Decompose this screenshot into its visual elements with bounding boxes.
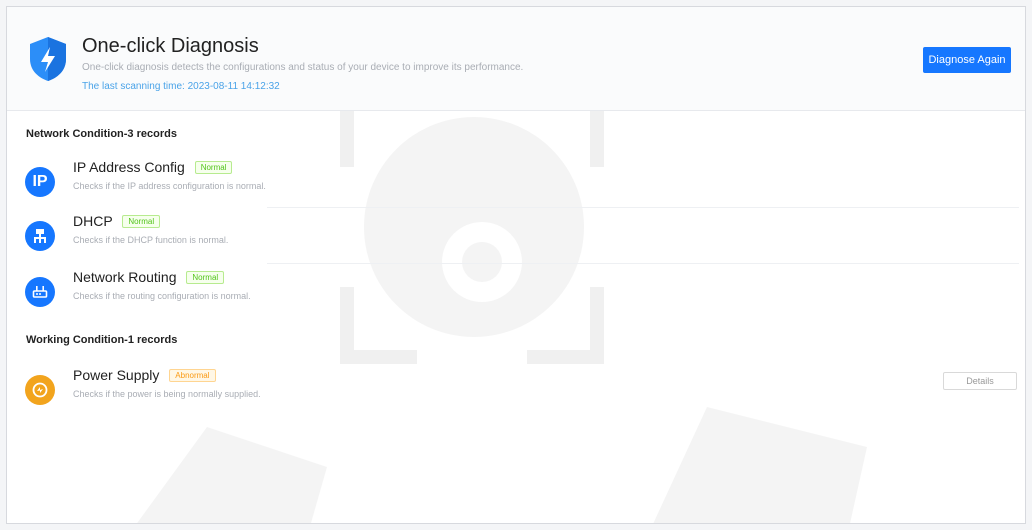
item-name: Power Supply [73,367,160,383]
item-description: Checks if the DHCP function is normal. [73,235,229,245]
details-button[interactable]: Details [943,372,1017,390]
item-name: IP Address Config [73,159,185,175]
power-cycle-glyph-icon [32,382,48,398]
item-name: Network Routing [73,269,177,285]
status-badge: Normal [122,214,161,228]
router-icon [25,277,55,307]
item-name: DHCP [73,213,113,229]
status-badge: Abnormal [169,368,216,382]
page-subtitle: One-click diagnosis detects the configur… [82,62,524,73]
list-item-dhcp: DHCP Normal Checks if the DHCP function … [7,213,1025,267]
diagnosis-header: One-click Diagnosis One-click diagnosis … [7,7,1025,111]
ip-icon: IP [25,167,55,197]
page-title: One-click Diagnosis [82,35,259,57]
section-title-working: Working Condition-1 records [26,334,178,346]
item-description: Checks if the routing configuration is n… [73,291,251,301]
diagnosis-panel: One-click Diagnosis One-click diagnosis … [6,6,1026,524]
status-badge: Normal [186,270,225,284]
list-item-power-supply: Power Supply Abnormal Checks if the powe… [7,367,1025,421]
last-scan-time: The last scanning time: 2023-08-11 14:12… [82,81,280,92]
list-item-ip-address-config: IP IP Address Config Normal Checks if th… [7,159,1025,213]
network-icon [25,221,55,251]
status-badge: Normal [194,160,233,174]
list-item-network-routing: Network Routing Normal Checks if the rou… [7,269,1025,323]
item-description: Checks if the IP address configuration i… [73,181,266,191]
item-description: Checks if the power is being normally su… [73,389,261,399]
diagnose-again-button[interactable]: Diagnose Again [923,47,1011,73]
section-title-network: Network Condition-3 records [26,128,177,140]
network-glyph-icon [34,229,46,243]
shield-lightning-icon [30,37,66,81]
divider [267,263,1019,264]
power-icon [25,375,55,405]
divider [267,207,1019,208]
router-glyph-icon [32,286,48,298]
